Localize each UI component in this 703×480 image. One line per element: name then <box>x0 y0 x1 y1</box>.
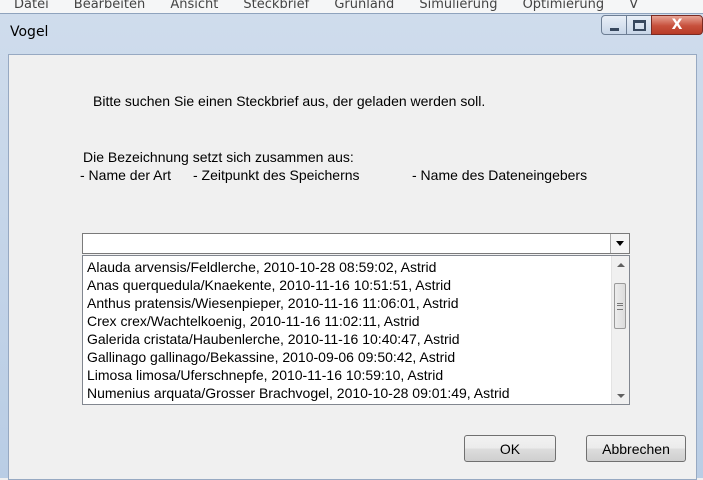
grip-icon <box>617 302 623 310</box>
list-item[interactable]: Anas querquedula/Knaekente, 2010-11-16 1… <box>87 276 451 294</box>
arrow-up-icon <box>616 262 625 267</box>
legend-part-author: - Name des Dateneingebers <box>412 167 588 183</box>
list-item[interactable]: Alauda arvensis/Feldlerche, 2010-10-28 0… <box>87 258 436 276</box>
background-menubar: Datei Bearbeiten Ansicht Steckbrief Grün… <box>0 0 703 14</box>
bg-menu-item[interactable]: Bearbeiten <box>74 0 145 12</box>
cancel-button[interactable]: Abbrechen <box>586 435 686 462</box>
ok-button[interactable]: OK <box>464 435 556 462</box>
profile-combobox[interactable] <box>82 233 630 254</box>
list-item[interactable]: Limosa limosa/Uferschnepfe, 2010-11-16 1… <box>87 366 443 384</box>
dialog-client-area: Bitte suchen Sie einen Steckbrief aus, d… <box>8 54 697 480</box>
bg-menu-item[interactable]: Steckbrief <box>243 0 309 12</box>
combo-dropdown-button[interactable] <box>610 234 629 253</box>
instruction-text: Bitte suchen Sie einen Steckbrief aus, d… <box>93 93 486 109</box>
caption-buttons: X <box>601 15 703 37</box>
list-item[interactable]: Galerida cristata/Haubenlerche, 2010-11-… <box>87 330 460 348</box>
minimize-button[interactable] <box>601 15 627 35</box>
bg-menu-item[interactable]: Grünland <box>334 0 394 12</box>
bg-menu-item[interactable]: Datei <box>14 0 49 12</box>
bg-menu-item[interactable]: V <box>629 0 638 12</box>
list-item[interactable]: Gallinago gallinago/Bekassine, 2010-09-0… <box>87 348 455 366</box>
list-item[interactable]: Numenius arquata/Grosser Brachvogel, 201… <box>87 384 510 402</box>
scrollbar-thumb[interactable] <box>614 283 626 329</box>
close-button[interactable]: X <box>651 15 703 35</box>
dialog-window: Vogel X Bitte suchen Sie einen Steckbrie… <box>0 13 703 480</box>
legend-part-species: - Name der Art <box>80 167 172 183</box>
chevron-down-icon <box>616 241 624 246</box>
title-bar[interactable]: Vogel X <box>0 14 703 54</box>
bg-menu-item[interactable]: Ansicht <box>170 0 218 12</box>
scroll-down-button[interactable] <box>612 387 629 404</box>
maximize-icon <box>632 19 646 31</box>
bg-menu-item[interactable]: Optimierung <box>523 0 605 12</box>
close-icon: X <box>671 17 683 33</box>
arrow-down-icon <box>616 393 625 398</box>
minimize-icon <box>609 27 619 31</box>
list-item[interactable]: Crex crex/Wachtelkoenig, 2010-11-16 11:0… <box>87 312 420 330</box>
vertical-scrollbar[interactable] <box>611 256 629 404</box>
legend-part-timestamp: - Zeitpunkt des Speicherns <box>193 167 360 183</box>
maximize-button[interactable] <box>626 15 652 35</box>
bg-menu-item[interactable]: Simulierung <box>419 0 497 12</box>
window-title: Vogel <box>10 24 49 40</box>
profile-listbox[interactable]: Alauda arvensis/Feldlerche, 2010-10-28 0… <box>82 255 630 405</box>
legend-title: Die Bezeichnung setzt sich zusammen aus: <box>83 149 354 165</box>
scroll-up-button[interactable] <box>612 256 629 273</box>
list-item[interactable]: Anthus pratensis/Wiesenpieper, 2010-11-1… <box>87 294 459 312</box>
